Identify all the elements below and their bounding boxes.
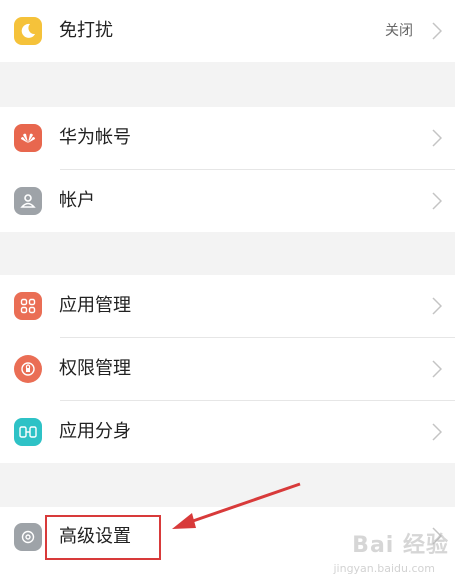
annotation-arrow [172,482,301,529]
watermark-url: jingyan.baidu.com [333,562,435,575]
watermark-logo: Bai 经验 [352,533,449,558]
